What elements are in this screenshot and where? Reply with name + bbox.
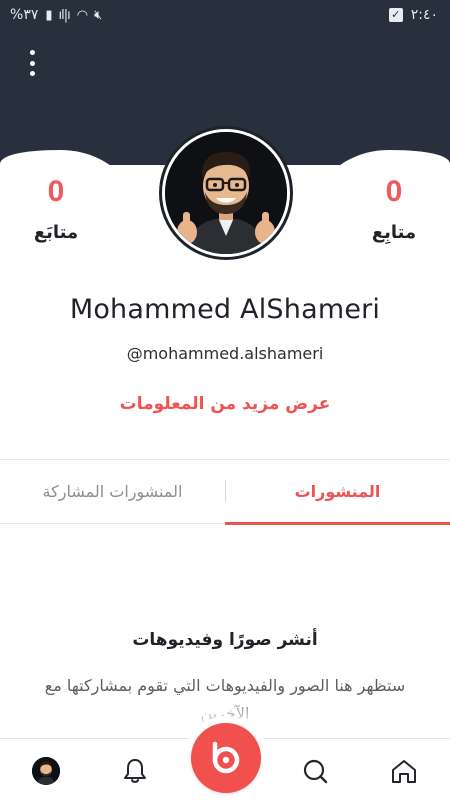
signal-icon: ıl|ı: [58, 7, 71, 23]
profile-avatar-mini: [32, 757, 60, 785]
tab-shared-posts[interactable]: المنشورات المشاركة: [0, 460, 225, 523]
empty-state-title: أنشر صورًا وفيديوهات: [132, 630, 318, 650]
profile-tabs: المنشورات المشاركة المنشورات: [0, 459, 450, 525]
mute-icon: 🔇︎: [94, 7, 102, 23]
following-label: متابَع: [33, 222, 79, 243]
create-post-button-wrap: [184, 716, 268, 800]
followers-label: متابِع: [371, 222, 417, 243]
status-bar: %٣٧ ▮ ıl|ı ◠ 🔇︎ ✓ ٢:٤٠: [0, 0, 450, 32]
avatar-image: [165, 132, 287, 254]
profile-avatar[interactable]: [159, 126, 293, 260]
notification-check-icon: ✓: [388, 8, 403, 22]
following-count: 0: [47, 175, 65, 208]
profile-name: Mohammed AlShameri: [69, 294, 381, 325]
home-icon[interactable]: [382, 749, 426, 793]
show-more-info-link[interactable]: عرض مزيد من المعلومات: [0, 394, 450, 414]
kebab-menu-icon[interactable]: [22, 48, 42, 78]
battery-icon: ▮: [45, 7, 52, 23]
nav-profile[interactable]: [24, 749, 68, 793]
following-stat[interactable]: 0 متابَع: [16, 172, 96, 243]
search-icon[interactable]: [293, 749, 337, 793]
status-left: %٣٧ ▮ ıl|ı ◠ 🔇︎: [10, 7, 102, 23]
tab-posts[interactable]: المنشورات: [225, 460, 450, 523]
clock: ٢:٤٠: [410, 7, 438, 23]
profile-handle: @mohammed.alshameri: [126, 344, 324, 363]
status-right: ✓ ٢:٤٠: [388, 7, 438, 23]
battery-level: %٣٧: [10, 7, 39, 23]
bell-icon[interactable]: [113, 749, 157, 793]
wifi-icon: ◠: [76, 7, 88, 23]
followers-stat[interactable]: 0 متابِع: [354, 172, 434, 243]
active-tab-indicator: [225, 522, 450, 525]
create-post-icon[interactable]: [191, 723, 261, 793]
followers-count: 0: [385, 175, 403, 208]
